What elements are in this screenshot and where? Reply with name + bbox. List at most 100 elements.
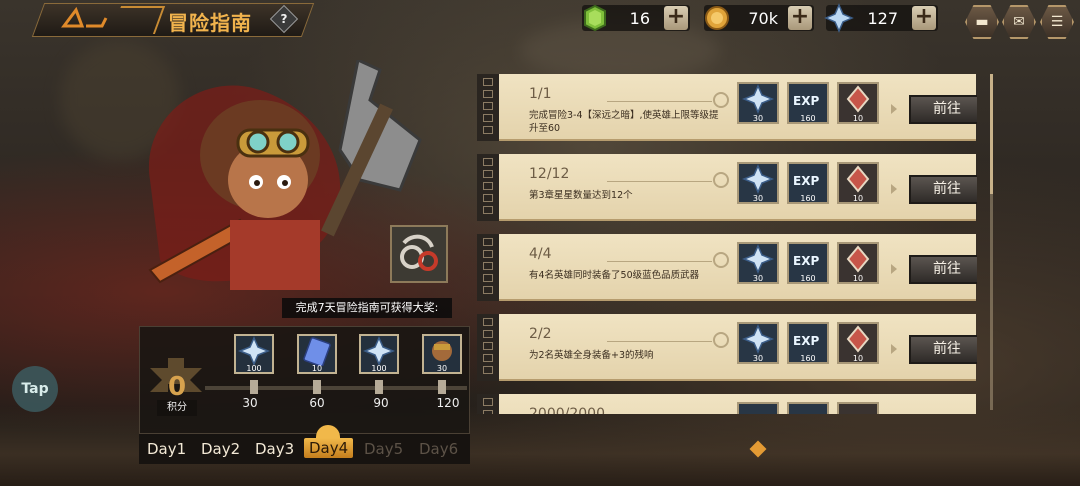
reward-count: 160: [800, 354, 816, 363]
tab-day1[interactable]: Day1: [147, 440, 186, 458]
reward-medal[interactable]: 10: [837, 162, 879, 204]
mail-icon: ✉: [1013, 14, 1025, 30]
milestone-reward[interactable]: 30: [422, 334, 462, 374]
milestone-reward-count: 100: [371, 364, 387, 373]
top-bar: 冒险指南 ? 16 + 70k + 127 + ▬ ✉ ☰: [0, 0, 1080, 40]
tab-day2[interactable]: Day2: [201, 440, 240, 458]
crystal-icon: [237, 336, 271, 366]
milestone-reward-count: 100: [246, 364, 262, 373]
milestone-tick: [313, 380, 321, 394]
quest-side-icons: [477, 74, 499, 141]
milestone-reward-count: 10: [311, 364, 323, 373]
reward-exp[interactable]: [787, 402, 829, 414]
milestone-threshold: 30: [242, 396, 258, 410]
divider: [607, 181, 712, 182]
reward-count: 10: [852, 354, 864, 363]
reward-exp[interactable]: EXP 160: [787, 322, 829, 364]
milestone-threshold: 120: [436, 396, 460, 410]
milestone-reward[interactable]: 100: [234, 334, 274, 374]
exp-icon: EXP: [793, 334, 820, 348]
ticket-icon: [303, 337, 331, 367]
reward-exp[interactable]: EXP 160: [787, 82, 829, 124]
resource-crystal: 127 +: [824, 3, 938, 33]
arrow-icon: [891, 344, 897, 354]
mail-button[interactable]: ✉: [1002, 5, 1036, 39]
add-green-gem-button[interactable]: +: [664, 6, 688, 30]
quest-card: 12/12 第3章星星数量达到12个 30 EXP 160 10 前往: [499, 154, 977, 221]
milestone-threshold: 90: [373, 396, 389, 410]
swirl-ornament-icon: [713, 172, 729, 188]
swirl-ornament-icon: [713, 252, 729, 268]
reward-crystal[interactable]: 30: [737, 162, 779, 204]
go-button[interactable]: 前往: [909, 95, 977, 124]
reward-crystal[interactable]: 30: [737, 322, 779, 364]
crystal-count: 127: [867, 9, 898, 28]
reward-exp[interactable]: EXP 160: [787, 162, 829, 204]
tab-day5[interactable]: Day5: [364, 440, 403, 458]
quest-progress: 2000/2000: [529, 406, 605, 414]
arrow-icon: [891, 264, 897, 274]
reward-count: 10: [852, 274, 864, 283]
divider: [607, 341, 712, 342]
go-button[interactable]: 前往: [909, 255, 977, 284]
reward-count: 160: [800, 194, 816, 203]
scrollbar-thumb[interactable]: [990, 74, 993, 194]
tab-day4[interactable]: Day4: [304, 438, 354, 458]
tap-button[interactable]: Tap: [12, 366, 58, 412]
milestone-reward[interactable]: 10: [297, 334, 337, 374]
go-button[interactable]: 前往: [909, 175, 977, 204]
reward-crystal[interactable]: [737, 402, 779, 414]
quest-description: 第3章星星数量达到12个: [529, 190, 633, 201]
go-button[interactable]: 前往: [909, 335, 977, 364]
milestone-reward-count: 30: [436, 364, 448, 373]
medal-icon: [846, 165, 870, 193]
progress-track: [205, 386, 467, 390]
quest-item: 12/12 第3章星星数量达到12个 30 EXP 160 10 前往: [477, 154, 977, 221]
medal-icon: [846, 85, 870, 113]
tab-day3[interactable]: Day3: [255, 440, 294, 458]
exp-icon: EXP: [793, 94, 820, 108]
chat-icon: ▬: [975, 14, 989, 30]
help-icon-label: ?: [280, 12, 288, 26]
chat-button[interactable]: ▬: [965, 5, 999, 39]
reward-count: 30: [752, 194, 764, 203]
quest-description: 完成冒险3-4【深远之暗】,使英雄上限等级提升至60: [529, 110, 719, 134]
quest-progress: 4/4: [529, 246, 552, 262]
grand-prize-icon[interactable]: [390, 225, 448, 283]
tab-day6[interactable]: Day6: [419, 440, 458, 458]
quest-item: 2000/2000: [477, 394, 976, 414]
milestone-tick: [250, 380, 258, 394]
menu-button[interactable]: ☰: [1040, 5, 1074, 39]
milestone-reward[interactable]: 100: [359, 334, 399, 374]
menu-icon: ☰: [1050, 14, 1064, 30]
quest-description: 有4名英雄同时装备了50级蓝色品质武器: [529, 270, 700, 281]
add-gold-button[interactable]: +: [788, 6, 812, 30]
reward-exp[interactable]: EXP 160: [787, 242, 829, 284]
reward-medal[interactable]: [837, 402, 879, 414]
quest-card: 4/4 有4名英雄同时装备了50级蓝色品质武器 30 EXP 160 10 前往: [499, 234, 977, 301]
quest-progress: 2/2: [529, 326, 552, 342]
reward-medal[interactable]: 10: [837, 242, 879, 284]
quest-list[interactable]: 1/1 完成冒险3-4【深远之暗】,使英雄上限等级提升至60 30 EXP 160…: [477, 74, 977, 414]
arrow-icon: [891, 184, 897, 194]
reward-count: 160: [800, 114, 816, 123]
reward-crystal[interactable]: 30: [737, 242, 779, 284]
reward-count: 30: [752, 354, 764, 363]
quest-description: 为2名英雄全身装备+3的残响: [529, 350, 654, 361]
reward-count: 30: [752, 114, 764, 123]
divider: [607, 261, 712, 262]
quest-side-icons: [477, 234, 499, 301]
reward-crystal[interactable]: 30: [737, 82, 779, 124]
exp-icon: EXP: [793, 254, 820, 268]
add-crystal-button[interactable]: +: [912, 6, 936, 30]
crystal-icon: [824, 3, 854, 33]
quest-item: 4/4 有4名英雄同时装备了50级蓝色品质武器 30 EXP 160 10 前往: [477, 234, 977, 301]
reward-medal[interactable]: 10: [837, 82, 879, 124]
reward-medal[interactable]: 10: [837, 322, 879, 364]
arrow-icon: [891, 104, 897, 114]
medal-icon: [846, 245, 870, 273]
crystal-icon: [741, 84, 775, 114]
resource-gold: 70k +: [704, 5, 814, 31]
grand-prize-banner: 完成7天冒险指南可获得大奖:: [282, 298, 452, 318]
crystal-icon: [362, 336, 396, 366]
